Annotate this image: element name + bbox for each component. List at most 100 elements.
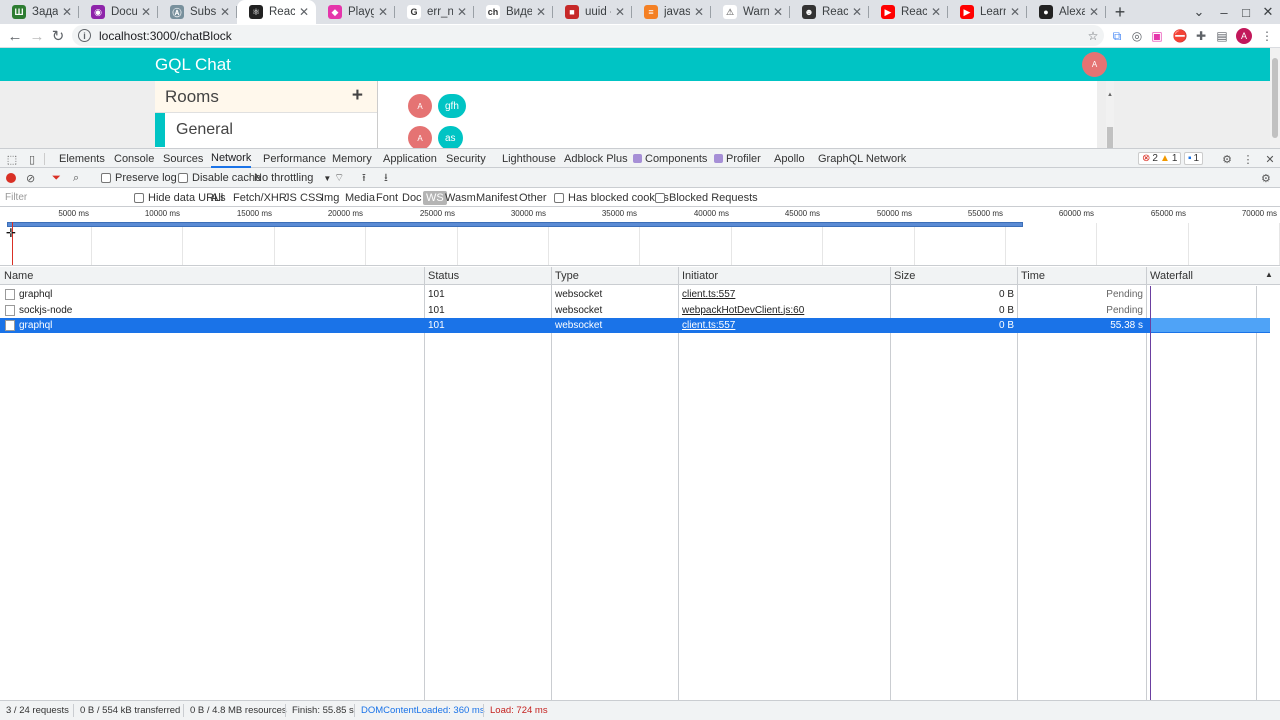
extensions-puzzle-icon[interactable]: ✚ [1192,27,1210,45]
tab-close-icon[interactable]: ✕ [140,5,152,19]
devtools-menu-icon[interactable]: ⋮ [1241,152,1255,166]
devtools-tab-security[interactable]: Security [446,149,486,168]
filter-icon[interactable]: ⏷ [52,171,61,185]
column-initiator[interactable]: Initiator [678,267,890,285]
device-toolbar-icon[interactable]: ▯ [25,152,39,166]
profile-avatar[interactable]: A [1235,27,1253,45]
table-row[interactable]: graphql 101 websocket client.ts:557 0 B 55.38… [0,318,1270,333]
tab-close-icon[interactable]: ✕ [456,5,468,19]
tab-close-icon[interactable]: ✕ [693,5,705,19]
tab-close-icon[interactable]: ✕ [298,5,310,19]
type-filter-font[interactable]: Font [373,191,401,205]
devtools-tab-application[interactable]: Application [383,149,437,168]
type-filter-img[interactable]: Img [318,191,342,205]
devtools-tab-memory[interactable]: Memory [332,149,372,168]
chat-scrollbar[interactable]: ▲ [1106,81,1114,148]
devtools-tab-adblock-plus[interactable]: Adblock Plus [564,149,628,168]
tab-close-icon[interactable]: ✕ [377,5,389,19]
browser-tab[interactable]: Ш Задачи✕ [0,0,79,24]
devtools-tab-graphql-network[interactable]: GraphQL Network [818,149,906,168]
reload-button[interactable]: ↻ [48,26,68,46]
translate-extension-icon[interactable]: ⧉ [1108,27,1126,45]
site-info-icon[interactable]: i [78,29,91,42]
column-waterfall[interactable]: Waterfall [1146,267,1256,285]
tab-close-icon[interactable]: ✕ [1088,5,1100,19]
address-bar[interactable]: i localhost:3000/chatBlock [72,25,1104,46]
browser-tab[interactable]: ■ uuid - np✕ [553,0,632,24]
throttling-select[interactable]: No throttling ▼ [254,171,331,185]
browser-menu-icon[interactable]: ⋮ [1258,27,1276,45]
column-type[interactable]: Type [551,267,678,285]
type-filter-other[interactable]: Other [516,191,550,205]
sort-ascending-icon[interactable]: ▲ [1265,270,1273,279]
chat-scrollbar-thumb[interactable] [1107,127,1113,148]
room-item-general[interactable]: General [155,113,377,147]
row-initiator-text[interactable]: client.ts:557 [682,289,735,300]
table-row[interactable]: sockjs-node 101 websocket webpackHotDevClie… [0,303,1270,318]
type-filter-all[interactable]: All [208,191,226,205]
browser-tab[interactable]: ◆ Playgrou✕ [316,0,395,24]
add-room-button[interactable]: + [352,85,363,107]
tab-close-icon[interactable]: ✕ [61,5,73,19]
browser-tab[interactable]: ● Alexand✕ [1027,0,1106,24]
minimize-button[interactable]: – [1214,0,1234,24]
tab-close-icon[interactable]: ✕ [535,5,547,19]
browser-tab[interactable]: ▶ Learn Er✕ [948,0,1027,24]
new-tab-button[interactable]: + [1106,0,1134,24]
browser-tab[interactable]: ≡ javascrip✕ [632,0,711,24]
blocked-requests-checkbox[interactable]: Blocked Requests [652,191,761,205]
bookmark-star-icon[interactable]: ☆ [1084,27,1102,45]
close-devtools-icon[interactable]: ✕ [1263,152,1277,166]
devtools-tab-sources[interactable]: Sources [163,149,203,168]
tab-close-icon[interactable]: ✕ [772,5,784,19]
network-overview[interactable]: 5000 ms 10000 ms 15000 ms 20000 ms 25000 ms 3… [0,207,1280,266]
browser-tab[interactable]: ▶ ReactJS✕ [869,0,948,24]
messages-badge[interactable]: ▪ 1 [1184,152,1204,165]
preserve-log-checkbox[interactable]: Preserve log [101,171,177,185]
forward-button[interactable]: → [27,26,47,46]
tab-close-icon[interactable]: ✕ [219,5,231,19]
adblock-extension-icon[interactable]: ⛔ [1171,27,1189,45]
browser-tab[interactable]: ☻ React Er✕ [790,0,869,24]
column-size[interactable]: Size [890,267,1017,285]
network-conditions-icon[interactable]: ⌔ [334,171,344,185]
column-name[interactable]: Name [0,267,424,285]
url-text[interactable]: localhost:3000/chatBlock [99,29,232,43]
tab-close-icon[interactable]: ✕ [930,5,942,19]
search-icon[interactable]: ⌕ [73,171,79,185]
tab-close-icon[interactable]: ✕ [1009,5,1021,19]
devtools-tab-profiler[interactable]: Profiler [714,149,761,168]
back-button[interactable]: ← [5,26,25,46]
page-scrollbar-thumb[interactable] [1272,58,1278,138]
import-har-icon[interactable]: ⭱ [362,171,366,185]
apollo-extension-icon[interactable]: ◎ [1128,27,1146,45]
reading-list-icon[interactable]: ▤ [1213,27,1231,45]
network-settings-icon[interactable]: ⚙ [1261,171,1271,185]
tab-close-icon[interactable]: ✕ [851,5,863,19]
browser-tab[interactable]: Ⓐ Subscrip✕ [158,0,237,24]
devtools-tab-components[interactable]: Components [633,149,707,168]
browser-tab[interactable]: ⚠ Warning✕ [711,0,790,24]
browser-tab[interactable]: ch Видеок✕ [474,0,553,24]
tab-close-icon[interactable]: ✕ [614,5,626,19]
issues-badge[interactable]: ⊗ 2 ▲ 1 [1138,152,1182,165]
devtools-tab-apollo[interactable]: Apollo [774,149,805,168]
settings-gear-icon[interactable]: ⚙ [1220,152,1234,166]
maximize-button[interactable]: □ [1236,0,1256,24]
user-avatar[interactable]: A [1082,52,1107,77]
devtools-tab-console[interactable]: Console [114,149,154,168]
close-window-button[interactable]: ✕ [1258,0,1278,24]
page-scrollbar[interactable] [1270,48,1280,148]
filter-input[interactable]: Filter [2,190,124,205]
export-har-icon[interactable]: ⭳ [384,171,388,185]
browser-tab[interactable]: ◉ Docume✕ [79,0,158,24]
column-time[interactable]: Time [1017,267,1146,285]
graphql-extension-icon[interactable]: ▣ [1148,27,1166,45]
row-initiator-text[interactable]: client.ts:557 [682,320,735,331]
row-initiator[interactable]: client.ts:557 [682,287,887,302]
devtools-tab-network[interactable]: Network [211,149,252,168]
column-status[interactable]: Status [424,267,551,285]
type-filter-doc[interactable]: Doc [399,191,425,205]
row-initiator[interactable]: webpackHotDevClient.js:60 [682,303,887,318]
disable-cache-checkbox[interactable]: Disable cache [178,171,261,185]
